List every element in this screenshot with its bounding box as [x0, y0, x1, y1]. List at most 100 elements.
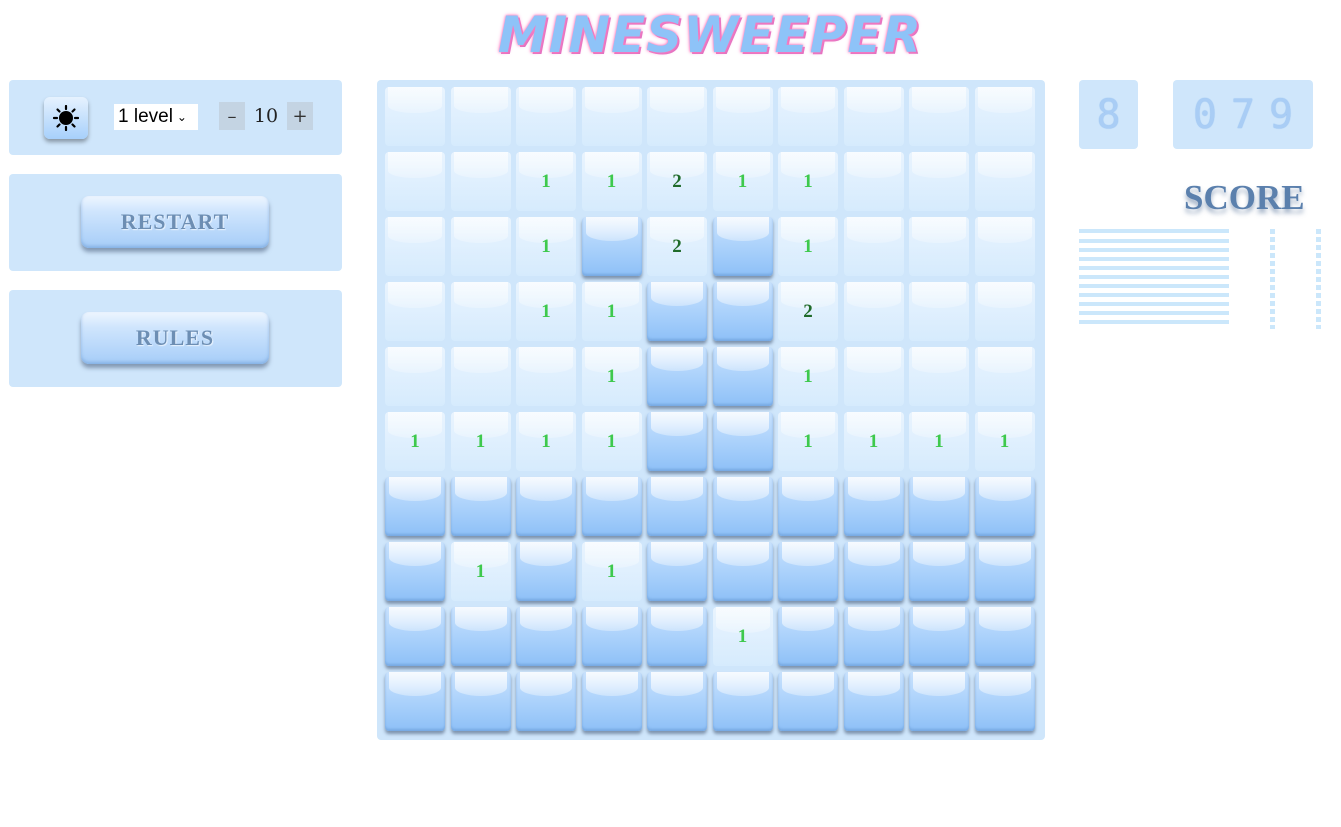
- cell-open[interactable]: [909, 282, 969, 341]
- cell-open[interactable]: 1: [385, 412, 445, 471]
- cell-closed[interactable]: [516, 672, 576, 731]
- cell-closed[interactable]: [647, 607, 707, 666]
- cell-closed[interactable]: [581, 607, 642, 666]
- cell-closed[interactable]: [909, 542, 969, 601]
- cell-open[interactable]: 1: [974, 412, 1035, 471]
- cell-open[interactable]: [843, 282, 904, 341]
- cell-open[interactable]: [581, 87, 642, 146]
- cell-closed[interactable]: [712, 542, 773, 601]
- cell-closed[interactable]: [778, 542, 838, 601]
- cell-open[interactable]: [450, 152, 511, 211]
- cell-open[interactable]: 1: [712, 152, 773, 211]
- cell-open[interactable]: 1: [778, 217, 838, 276]
- cell-open[interactable]: 1: [516, 152, 576, 211]
- cell-open[interactable]: [843, 347, 904, 406]
- cell-closed[interactable]: [778, 607, 838, 666]
- cell-closed[interactable]: [909, 672, 969, 731]
- cell-open[interactable]: 1: [516, 412, 576, 471]
- cell-closed[interactable]: [450, 607, 511, 666]
- cell-closed[interactable]: [712, 217, 773, 276]
- cell-open[interactable]: 1: [778, 347, 838, 406]
- cell-closed[interactable]: [974, 542, 1035, 601]
- cell-closed[interactable]: [516, 542, 576, 601]
- cell-open[interactable]: [909, 87, 969, 146]
- decrement-mines-button[interactable]: –: [219, 102, 245, 130]
- cell-open[interactable]: [909, 217, 969, 276]
- cell-closed[interactable]: [712, 477, 773, 536]
- cell-closed[interactable]: [909, 607, 969, 666]
- cell-open[interactable]: [974, 282, 1035, 341]
- cell-open[interactable]: 1: [778, 152, 838, 211]
- cell-closed[interactable]: [647, 542, 707, 601]
- cell-closed[interactable]: [516, 607, 576, 666]
- cell-closed[interactable]: [843, 542, 904, 601]
- cell-open[interactable]: 1: [450, 542, 511, 601]
- cell-open[interactable]: 1: [712, 607, 773, 666]
- cell-closed[interactable]: [647, 347, 707, 406]
- cell-open[interactable]: 1: [843, 412, 904, 471]
- cell-closed[interactable]: [843, 477, 904, 536]
- cell-closed[interactable]: [385, 542, 445, 601]
- cell-open[interactable]: [385, 347, 445, 406]
- cell-open[interactable]: 1: [581, 152, 642, 211]
- increment-mines-button[interactable]: +: [287, 102, 313, 130]
- cell-open[interactable]: [450, 217, 511, 276]
- cell-open[interactable]: [450, 282, 511, 341]
- cell-open[interactable]: 2: [647, 152, 707, 211]
- cell-closed[interactable]: [647, 282, 707, 341]
- cell-open[interactable]: [843, 152, 904, 211]
- cell-closed[interactable]: [385, 477, 445, 536]
- theme-toggle-button[interactable]: [44, 97, 88, 139]
- cell-open[interactable]: [974, 217, 1035, 276]
- cell-closed[interactable]: [712, 672, 773, 731]
- cell-open[interactable]: [974, 152, 1035, 211]
- cell-closed[interactable]: [450, 477, 511, 536]
- cell-open[interactable]: [385, 282, 445, 341]
- cell-closed[interactable]: [974, 672, 1035, 731]
- cell-open[interactable]: [450, 87, 511, 146]
- cell-closed[interactable]: [647, 477, 707, 536]
- cell-closed[interactable]: [974, 607, 1035, 666]
- cell-closed[interactable]: [450, 672, 511, 731]
- cell-closed[interactable]: [712, 412, 773, 471]
- cell-open[interactable]: [385, 87, 445, 146]
- cell-open[interactable]: 1: [581, 542, 642, 601]
- cell-open[interactable]: [909, 347, 969, 406]
- cell-closed[interactable]: [843, 672, 904, 731]
- cell-closed[interactable]: [581, 477, 642, 536]
- cell-closed[interactable]: [581, 672, 642, 731]
- cell-open[interactable]: 2: [647, 217, 707, 276]
- cell-open[interactable]: 1: [581, 347, 642, 406]
- cell-closed[interactable]: [581, 217, 642, 276]
- cell-open[interactable]: [450, 347, 511, 406]
- cell-open[interactable]: [385, 217, 445, 276]
- cell-open[interactable]: [974, 347, 1035, 406]
- cell-closed[interactable]: [712, 347, 773, 406]
- cell-open[interactable]: [516, 87, 576, 146]
- cell-closed[interactable]: [778, 477, 838, 536]
- cell-closed[interactable]: [385, 672, 445, 731]
- cell-open[interactable]: 1: [581, 412, 642, 471]
- cell-closed[interactable]: [647, 412, 707, 471]
- cell-open[interactable]: 1: [778, 412, 838, 471]
- cell-closed[interactable]: [385, 607, 445, 666]
- cell-open[interactable]: 2: [778, 282, 838, 341]
- cell-closed[interactable]: [778, 672, 838, 731]
- cell-open[interactable]: 1: [450, 412, 511, 471]
- level-select[interactable]: 1 level ⌄: [114, 104, 198, 130]
- cell-open[interactable]: 1: [909, 412, 969, 471]
- cell-closed[interactable]: [712, 282, 773, 341]
- cell-open[interactable]: [778, 87, 838, 146]
- cell-open[interactable]: 1: [516, 282, 576, 341]
- cell-open[interactable]: [909, 152, 969, 211]
- restart-button[interactable]: RESTART: [81, 196, 269, 248]
- cell-open[interactable]: 1: [581, 282, 642, 341]
- cell-closed[interactable]: [516, 477, 576, 536]
- cell-open[interactable]: [385, 152, 445, 211]
- cell-open[interactable]: [843, 87, 904, 146]
- rules-button[interactable]: RULES: [81, 312, 269, 364]
- cell-open[interactable]: 1: [516, 217, 576, 276]
- cell-open[interactable]: [974, 87, 1035, 146]
- cell-closed[interactable]: [843, 607, 904, 666]
- cell-closed[interactable]: [974, 477, 1035, 536]
